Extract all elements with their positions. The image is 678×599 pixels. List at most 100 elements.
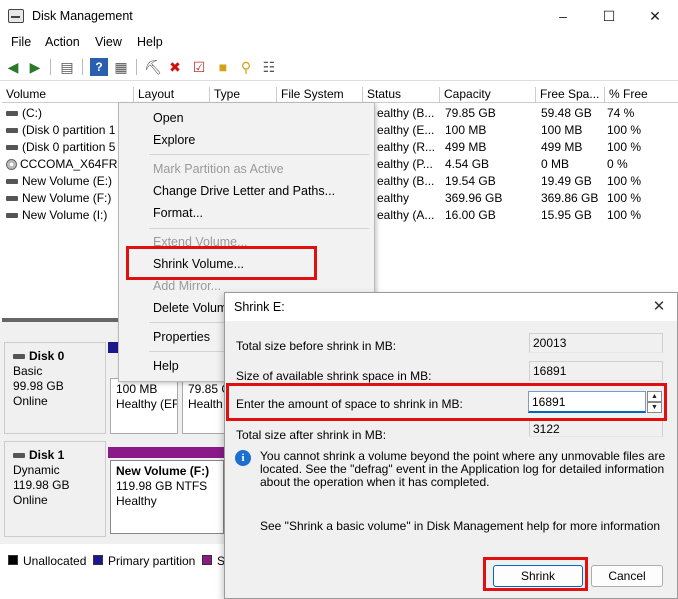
disk-0-label[interactable]: Disk 0 Basic 99.98 GB Online — [4, 342, 106, 434]
help-icon[interactable]: ? — [90, 58, 108, 76]
dialog-close-icon[interactable]: ✕ — [649, 297, 669, 317]
disk-1-label[interactable]: Disk 1 Dynamic 119.98 GB Online — [4, 441, 106, 537]
menu-mark-active: Mark Partition as Active — [153, 162, 284, 176]
folder-up-icon[interactable]: ■ — [214, 58, 232, 76]
column-percent-free[interactable]: % Free — [604, 87, 648, 102]
volume-name: CCCOMA_X64FRE — [20, 157, 118, 171]
toolbar-separator — [50, 59, 51, 75]
shrink-dialog: Shrink E: ✕ Total size before shrink in … — [224, 292, 678, 599]
volume-pct-free: 0 % — [607, 157, 628, 171]
legend-swatch-primary — [93, 555, 103, 565]
column-status[interactable]: Status — [362, 87, 401, 102]
menu-change-drive-letter[interactable]: Change Drive Letter and Paths... — [153, 184, 335, 198]
volume-capacity: 499 MB — [445, 140, 487, 154]
volume-list-header: Volume Layout Type File System Status Ca… — [2, 86, 678, 103]
list-view-icon[interactable]: ☷ — [260, 58, 278, 76]
disk-size: 99.98 GB — [13, 379, 64, 393]
volume-free: 59.48 GB — [541, 106, 592, 120]
disk-type: Basic — [13, 364, 43, 378]
column-volume[interactable]: Volume — [2, 87, 46, 102]
info-message: You cannot shrink a volume beyond the po… — [260, 449, 666, 489]
total-before-label: Total size before shrink in MB: — [236, 339, 397, 353]
available-space-value: 16891 — [529, 361, 663, 381]
volume-pct-free: 74 % — [607, 106, 635, 120]
disk-management-icon — [8, 9, 24, 23]
total-before-value: 20013 — [529, 333, 663, 353]
volume-pct-free: 100 % — [607, 123, 642, 137]
menu-open[interactable]: Open — [153, 111, 184, 125]
partition-status: Healthy (EF — [116, 397, 178, 411]
menu-add-mirror: Add Mirror... — [153, 279, 222, 293]
close-window-button[interactable]: ✕ — [632, 0, 678, 32]
disk-icon — [13, 453, 25, 459]
drive-icon — [6, 196, 18, 202]
delete-icon[interactable]: ✖ — [166, 58, 184, 76]
legend-unallocated: Unallocated — [23, 554, 87, 568]
menu-view[interactable]: View — [95, 35, 122, 49]
title-bar: Disk Management – ☐ ✕ — [0, 0, 678, 32]
partition-size: 100 MB — [116, 382, 158, 396]
disk-1-partition-f[interactable]: New Volume (F:) 119.98 GB NTFS Healthy — [110, 460, 224, 534]
dialog-title-bar: Shrink E: ✕ — [225, 293, 677, 321]
checklist-icon[interactable]: ☑ — [190, 58, 208, 76]
connect-disk-icon[interactable]: ⛏ — [144, 58, 162, 76]
menu-explore[interactable]: Explore — [153, 133, 195, 147]
drive-icon — [6, 111, 18, 117]
total-after-label: Total size after shrink in MB: — [236, 428, 387, 442]
column-layout[interactable]: Layout — [133, 87, 174, 102]
toolbar-separator — [136, 59, 137, 75]
cancel-button[interactable]: Cancel — [591, 565, 663, 587]
column-file-system[interactable]: File System — [276, 87, 344, 102]
legend-swatch-unallocated — [8, 555, 18, 565]
menu-action[interactable]: Action — [45, 35, 80, 49]
volume-name: (Disk 0 partition 1 — [22, 123, 116, 137]
menu-format[interactable]: Format... — [153, 206, 203, 220]
maximize-button[interactable]: ☐ — [586, 0, 632, 32]
volume-capacity: 16.00 GB — [445, 208, 496, 222]
partition-name: New Volume (F:) — [116, 464, 210, 478]
volume-status: ealthy (B... — [377, 106, 435, 120]
partition-status: Healthy — [116, 494, 157, 508]
menu-help[interactable]: Help — [153, 359, 179, 373]
disk-state: Online — [13, 493, 48, 507]
disk-0-partition-efi[interactable]: 100 MB Healthy (EF — [110, 378, 178, 434]
cd-drive-icon — [6, 159, 17, 171]
partition-size: 119.98 GB NTFS — [116, 479, 208, 493]
disk-icon — [13, 354, 25, 360]
console-tree-icon[interactable]: ▤ — [58, 58, 76, 76]
drive-icon — [6, 179, 18, 185]
minimize-button[interactable]: – — [540, 0, 586, 32]
disk-size: 119.98 GB — [13, 478, 70, 492]
volume-free: 0 MB — [541, 157, 570, 171]
menu-help[interactable]: Help — [137, 35, 163, 49]
back-arrow-icon[interactable]: ◀ — [4, 58, 22, 76]
volume-status: ealthy (E... — [377, 123, 435, 137]
volume-status: ealthy — [377, 191, 410, 205]
menu-bar: File Action View Help — [0, 32, 678, 52]
volume-capacity: 369.96 GB — [445, 191, 503, 205]
column-capacity[interactable]: Capacity — [439, 87, 491, 102]
volume-free: 19.49 GB — [541, 174, 592, 188]
menu-file[interactable]: File — [11, 35, 31, 49]
drive-icon — [6, 145, 18, 151]
partition-status: Health — [188, 397, 223, 411]
column-free-space[interactable]: Free Spa... — [535, 87, 599, 102]
forward-arrow-icon[interactable]: ▶ — [26, 58, 44, 76]
volume-pct-free: 100 % — [607, 174, 642, 188]
properties-icon[interactable]: ▦ — [112, 58, 130, 76]
volume-free: 15.95 GB — [541, 208, 592, 222]
toolbar-separator — [82, 59, 83, 75]
volume-status: ealthy (R... — [377, 140, 436, 154]
volume-name: New Volume (I:) — [22, 208, 108, 222]
volume-free: 369.86 GB — [541, 191, 599, 205]
menu-properties[interactable]: Properties — [153, 330, 210, 344]
volume-status: ealthy (P... — [377, 157, 433, 171]
search-folder-icon[interactable]: ⚲ — [237, 58, 255, 76]
legend-primary: Primary partition — [108, 554, 196, 568]
column-type[interactable]: Type — [209, 87, 240, 102]
volume-capacity: 4.54 GB — [445, 157, 490, 171]
disk-type: Dynamic — [13, 463, 60, 477]
shrink-volume-highlight — [126, 246, 317, 280]
disk-0-partition-c[interactable]: 79.85 G Health — [182, 378, 226, 434]
volume-name: (Disk 0 partition 5 — [22, 140, 116, 154]
